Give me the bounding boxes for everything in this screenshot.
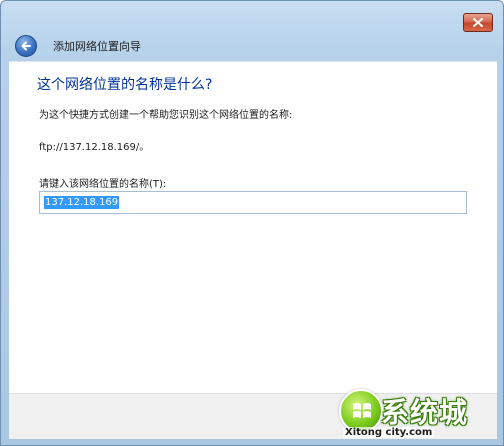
location-name-value: 137.12.18.169 <box>44 196 120 209</box>
close-icon <box>473 18 483 27</box>
watermark-url: Xitong city.com <box>343 427 435 438</box>
watermark: 系统城 Xitong city.com <box>339 389 489 443</box>
dialog-window: 添加网络位置向导 这个网络位置的名称是什么? 为这个快捷方式创建一个帮助您识别这… <box>0 0 504 446</box>
wizard-content: 这个网络位置的名称是什么? 为这个快捷方式创建一个帮助您识别这个网络位置的名称:… <box>9 61 497 393</box>
watermark-brand: 系统城 <box>381 396 469 429</box>
name-field-label: 请键入该网络位置的名称(T): <box>39 179 167 190</box>
description-text: 为这个快捷方式创建一个帮助您识别这个网络位置的名称: <box>39 110 293 121</box>
page-heading: 这个网络位置的名称是什么? <box>37 77 213 93</box>
window-title: 添加网络位置向导 <box>53 40 141 53</box>
close-button[interactable] <box>463 13 493 32</box>
back-button[interactable] <box>15 35 37 57</box>
back-arrow-icon <box>21 41 31 51</box>
network-address-text: ftp://137.12.18.169/。 <box>39 142 150 153</box>
wizard-header: 添加网络位置向导 <box>9 31 497 61</box>
location-name-input[interactable]: 137.12.18.169 <box>39 191 467 214</box>
